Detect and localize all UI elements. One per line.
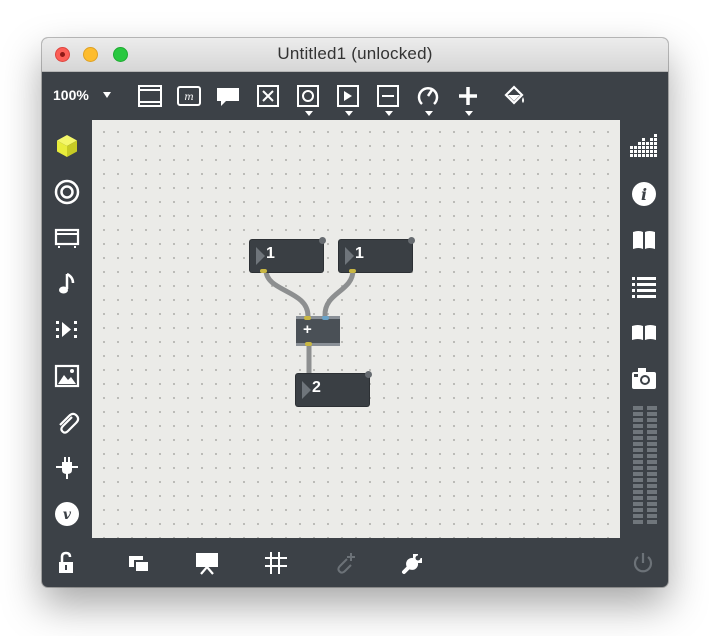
- comment-icon[interactable]: [215, 83, 241, 109]
- outlet-dot[interactable]: [260, 269, 267, 273]
- sequence-icon[interactable]: [53, 316, 81, 344]
- presentation-icon[interactable]: [137, 83, 163, 109]
- lock-icon[interactable]: [54, 550, 80, 576]
- svg-text:m: m: [184, 92, 193, 103]
- inlet-right-dot[interactable]: [322, 316, 329, 320]
- device-icon[interactable]: [53, 224, 81, 252]
- button-icon[interactable]: [295, 83, 321, 109]
- inlet-left-dot[interactable]: [304, 316, 311, 320]
- toggle-x-icon[interactable]: [255, 83, 281, 109]
- chevron-down-icon[interactable]: [103, 92, 111, 98]
- slider-icon[interactable]: [375, 83, 401, 109]
- resize-handle[interactable]: [408, 237, 415, 244]
- bottom-toolbar: [42, 540, 668, 587]
- object-toolbar: 100% m: [42, 72, 668, 120]
- windows-icon[interactable]: [126, 550, 152, 576]
- paperclip-add-icon: [332, 550, 358, 576]
- resize-handle[interactable]: [319, 237, 326, 244]
- info-icon[interactable]: i: [630, 180, 658, 208]
- patcher-window: Untitled1 (unlocked) 100% m v 1 1 + 2 i: [42, 38, 668, 587]
- presentation-mode-icon[interactable]: [194, 550, 220, 576]
- wrench-icon[interactable]: [400, 550, 426, 576]
- chevron-down-icon[interactable]: [385, 111, 393, 116]
- number-box-left-value: 1: [266, 245, 275, 262]
- chevron-down-icon[interactable]: [305, 111, 313, 116]
- outlet-dot[interactable]: [305, 342, 312, 346]
- chevron-down-icon[interactable]: [425, 111, 433, 116]
- music-note-icon[interactable]: [53, 270, 81, 298]
- number-triangle-icon: [256, 247, 265, 265]
- vimeo-icon[interactable]: v: [53, 500, 81, 528]
- plus-object[interactable]: +: [296, 316, 340, 346]
- play-icon[interactable]: [335, 83, 361, 109]
- result-number-box[interactable]: 2: [296, 371, 372, 406]
- svg-text:i: i: [641, 185, 647, 204]
- svg-text:v: v: [63, 507, 72, 523]
- resize-handle[interactable]: [365, 371, 372, 378]
- power-icon[interactable]: [630, 550, 656, 576]
- paperclip-icon[interactable]: [53, 408, 81, 436]
- zoom-dropdown[interactable]: 100%: [53, 87, 89, 103]
- grid-toggle-icon[interactable]: [263, 550, 289, 576]
- result-number-box-value: 2: [312, 379, 321, 396]
- outlet-dot[interactable]: [349, 269, 356, 273]
- grid-icon[interactable]: [629, 132, 657, 160]
- number-triangle-icon: [345, 247, 354, 265]
- number-box-left[interactable]: 1: [250, 237, 326, 273]
- number-triangle-icon: [302, 381, 311, 399]
- number-box-right[interactable]: 1: [339, 237, 415, 273]
- add-icon[interactable]: [455, 83, 481, 109]
- snapshot-icon[interactable]: [630, 364, 658, 392]
- list-icon[interactable]: [630, 272, 658, 300]
- chevron-down-icon[interactable]: [465, 111, 473, 116]
- number-box-right-value: 1: [355, 245, 364, 262]
- target-icon[interactable]: [53, 178, 81, 206]
- level-meter: [631, 406, 661, 530]
- window-title: Untitled1 (unlocked): [277, 44, 433, 63]
- chevron-down-icon[interactable]: [345, 111, 353, 116]
- message-box-icon[interactable]: m: [176, 83, 202, 109]
- right-sidebar: i: [620, 120, 668, 540]
- cube-icon[interactable]: [53, 132, 81, 160]
- reference-icon[interactable]: [630, 318, 658, 346]
- book-icon[interactable]: [630, 226, 658, 254]
- plus-object-label: +: [303, 321, 312, 338]
- left-sidebar: v: [42, 120, 92, 540]
- paint-bucket-icon[interactable]: [502, 83, 528, 109]
- image-icon[interactable]: [53, 362, 81, 390]
- dial-icon[interactable]: [415, 83, 441, 109]
- patch-cords: [263, 267, 356, 379]
- title-bar: Untitled1 (unlocked): [42, 38, 668, 72]
- patcher-canvas[interactable]: 1 1 + 2: [92, 120, 620, 538]
- plug-icon[interactable]: [53, 454, 81, 482]
